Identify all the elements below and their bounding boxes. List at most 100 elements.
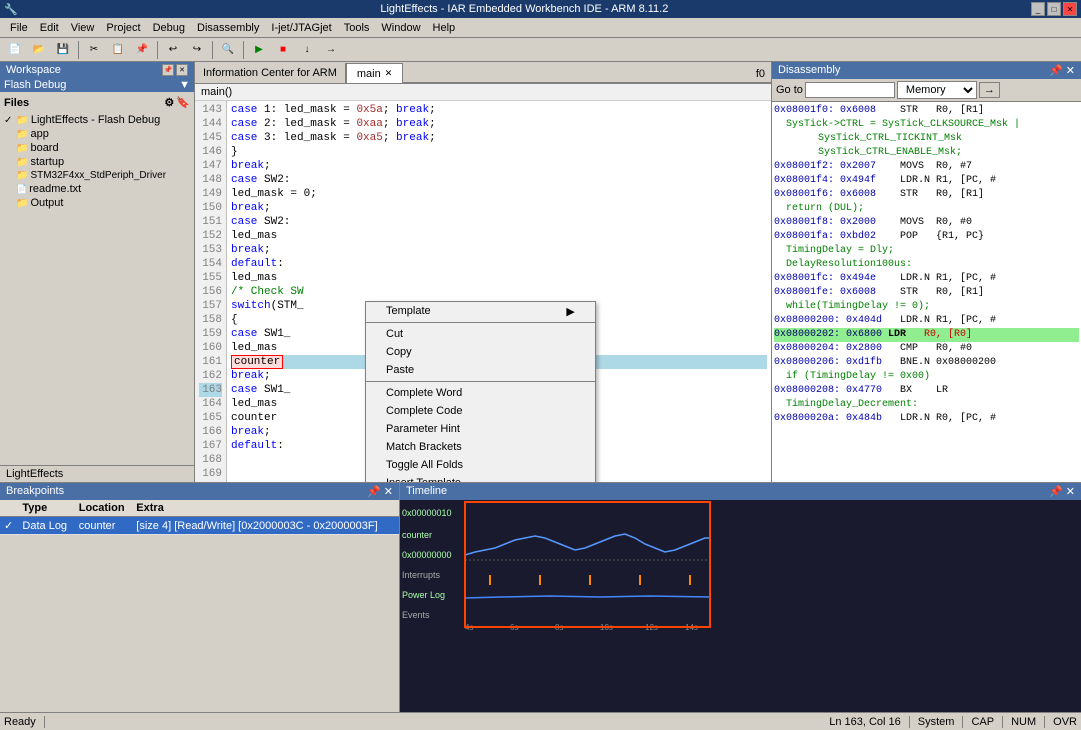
board-label: board — [30, 142, 58, 154]
paste-button[interactable]: 📌 — [131, 40, 153, 60]
debug-run[interactable]: ▶ — [248, 40, 270, 60]
tree-item-board[interactable]: 📁 board — [14, 141, 192, 155]
tree-item-project[interactable]: ✓ 📁 LightEffects - Flash Debug — [2, 113, 192, 127]
track-label-interrupts: Interrupts — [402, 570, 441, 580]
bp-extra-1: [size 4] [Read/Write] [0x2000003C - 0x20… — [132, 517, 399, 535]
disassembly-toolbar: Go to Memory → — [772, 79, 1081, 102]
goto-button[interactable]: → — [979, 82, 1000, 98]
undo-button[interactable]: ↩ — [162, 40, 184, 60]
status-num: NUM — [1011, 716, 1045, 728]
bp-close-icon[interactable]: ✕ — [384, 486, 393, 498]
minimize-button[interactable]: _ — [1031, 2, 1045, 16]
stm32-folder-icon: 📁 — [16, 170, 28, 181]
goto-label: Go to — [776, 84, 803, 96]
disasm-line-14: 0x0800020a: 0x484b LDR.N R0, [PC, # — [774, 412, 1079, 426]
ctx-complete-code[interactable]: Complete Code — [366, 402, 595, 420]
ctx-match-brackets[interactable]: Match Brackets — [366, 438, 595, 456]
menu-tools[interactable]: Tools — [338, 20, 376, 36]
menu-view[interactable]: View — [65, 20, 101, 36]
disassembly-content[interactable]: 0x08001f0: 0x6008 STR R0, [R1] SysTick->… — [772, 102, 1081, 482]
new-button[interactable]: 📄 — [4, 40, 26, 60]
workspace-header: Workspace 📌 ✕ — [0, 62, 194, 78]
menu-project[interactable]: Project — [100, 20, 146, 36]
breakpoints-panel: Breakpoints 📌 ✕ Type Location Extra — [0, 483, 400, 712]
scroll-right-indicator[interactable]: f0 — [750, 66, 771, 83]
ctx-copy[interactable]: Copy — [366, 343, 595, 361]
timeline-controls[interactable]: 📌 ✕ — [1049, 485, 1075, 498]
menu-edit[interactable]: Edit — [34, 20, 65, 36]
ctx-toggle-folds[interactable]: Toggle All Folds — [366, 456, 595, 474]
ctx-complete-word[interactable]: Complete Word — [366, 384, 595, 402]
debug-step[interactable]: ↓ — [296, 40, 318, 60]
maximize-button[interactable]: □ — [1047, 2, 1061, 16]
bp-pin-icon[interactable]: 📌 — [367, 486, 381, 498]
cut-button[interactable]: ✂ — [83, 40, 105, 60]
tree-item-startup[interactable]: 📁 startup — [14, 155, 192, 169]
readme-file-icon: 📄 — [16, 184, 27, 195]
menu-file[interactable]: File — [4, 20, 34, 36]
find-button[interactable]: 🔍 — [217, 40, 239, 60]
goto-input[interactable] — [805, 82, 895, 98]
disasm-line-10-highlighted: 0x08000202: 0x6800 LDR R0, [R0] — [774, 328, 1079, 342]
disasm-line-6: 0x08001fa: 0xbd02 POP {R1, PC} — [774, 230, 1079, 244]
powerlog-waveform — [465, 596, 710, 598]
files-icons[interactable]: ⚙ 🔖 — [164, 96, 190, 109]
files-config-icon[interactable]: ⚙ — [164, 96, 174, 109]
memory-select[interactable]: Memory — [897, 81, 977, 99]
tree-item-readme[interactable]: 📄 readme.txt — [14, 182, 192, 196]
bp-row-1[interactable]: ✓ Data Log counter [size 4] [Read/Write]… — [0, 517, 399, 535]
menu-window[interactable]: Window — [375, 20, 426, 36]
tree-item-output[interactable]: 📁 Output — [14, 196, 192, 210]
timeline-panel: Timeline 📌 ✕ 0x00000010 counter 0x000000… — [400, 483, 1081, 712]
redo-button[interactable]: ↪ — [186, 40, 208, 60]
ctx-paste[interactable]: Paste — [366, 361, 595, 379]
ctx-insert-template[interactable]: Insert Template — [366, 474, 595, 482]
disasm-pin-icon[interactable]: 📌 — [1049, 65, 1063, 77]
files-bookmark-icon[interactable]: 🔖 — [176, 96, 190, 109]
check-icon: ✓ — [4, 115, 12, 126]
main-tab[interactable]: main ✕ — [346, 63, 403, 83]
tree-item-stm32[interactable]: 📁 STM32F4xx_StdPeriph_Driver — [14, 169, 192, 182]
open-button[interactable]: 📂 — [28, 40, 50, 60]
disassembly-label: Disassembly — [778, 64, 840, 77]
disasm-line-2: 0x08001f2: 0x2007 MOVS R0, #7 — [774, 160, 1079, 174]
menu-debug[interactable]: Debug — [147, 20, 191, 36]
ctx-cut[interactable]: Cut — [366, 325, 595, 343]
disassembly-header-controls[interactable]: 📌 ✕ — [1049, 64, 1075, 77]
bp-type-1: Data Log — [18, 517, 74, 535]
breakpoints-controls[interactable]: 📌 ✕ — [367, 485, 393, 498]
debug-stop[interactable]: ■ — [272, 40, 294, 60]
bp-col-extra: Extra — [132, 500, 399, 517]
timeline-close-icon[interactable]: ✕ — [1066, 486, 1075, 498]
menu-disassembly[interactable]: Disassembly — [191, 20, 265, 36]
tab-close-button[interactable]: ✕ — [385, 68, 393, 79]
toolbar-sep-1 — [78, 41, 79, 59]
save-button[interactable]: 💾 — [52, 40, 74, 60]
disasm-line-9: 0x08000200: 0x404d LDR.N R1, [PC, # — [774, 314, 1079, 328]
disasm-close-icon[interactable]: ✕ — [1066, 65, 1075, 77]
workspace-pin[interactable]: 📌 — [162, 64, 174, 76]
copy-button[interactable]: 📋 — [107, 40, 129, 60]
timeline-pin-icon[interactable]: 📌 — [1049, 486, 1063, 498]
disasm-line-1: 0x08001f0: 0x6008 STR R0, [R1] — [774, 104, 1079, 118]
close-button[interactable]: ✕ — [1063, 2, 1077, 16]
workspace-header-buttons[interactable]: 📌 ✕ — [162, 64, 188, 76]
function-label: main() — [195, 84, 771, 101]
status-ln: Ln 163, Col 16 — [829, 716, 910, 728]
workspace-close[interactable]: ✕ — [176, 64, 188, 76]
ctx-param-hint[interactable]: Parameter Hint — [366, 420, 595, 438]
tree-item-app[interactable]: 📁 app — [14, 127, 192, 141]
info-center-tab[interactable]: Information Center for ARM — [195, 63, 346, 83]
track-label-events: Events — [402, 610, 430, 620]
menu-ijet[interactable]: I-jet/JTAGjet — [265, 20, 337, 36]
bp-col-check — [0, 500, 18, 517]
readme-label: readme.txt — [29, 183, 81, 195]
menu-bar: File Edit View Project Debug Disassembly… — [0, 18, 1081, 38]
window-controls[interactable]: _ □ ✕ — [1031, 2, 1077, 16]
tab-bar: Information Center for ARM main ✕ f0 — [195, 62, 771, 84]
debug-next[interactable]: → — [320, 40, 342, 60]
bp-check-1[interactable]: ✓ — [0, 517, 18, 535]
menu-help[interactable]: Help — [427, 20, 462, 36]
ctx-template[interactable]: Template — [366, 302, 595, 320]
code-area[interactable]: 143144145146147 148149150151152 15315415… — [195, 101, 771, 482]
